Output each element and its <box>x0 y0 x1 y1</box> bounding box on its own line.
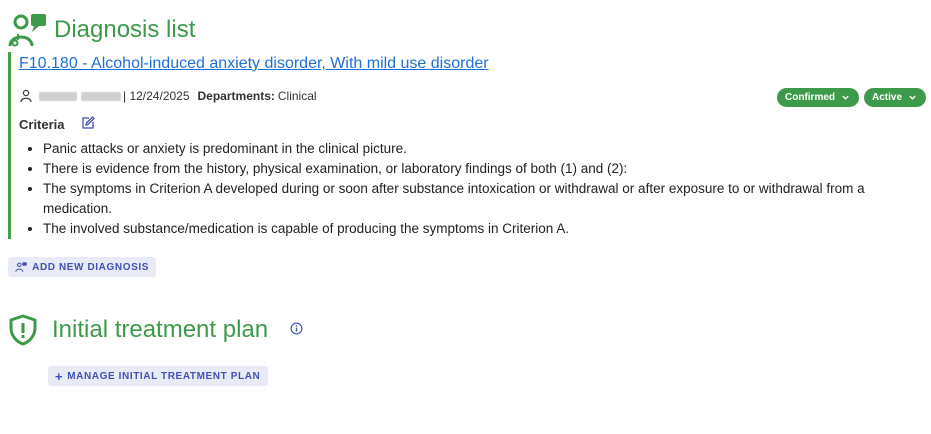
criteria-list: Panic attacks or anxiety is predominant … <box>21 139 901 239</box>
treatment-section-header: Initial treatment plan <box>8 314 303 346</box>
criteria-item: There is evidence from the history, phys… <box>43 159 901 179</box>
manage-treatment-plan-button[interactable]: + MANAGE INITIAL TREATMENT PLAN <box>48 366 268 386</box>
diagnosis-code-link[interactable]: F10.180 - Alcohol-induced anxiety disord… <box>19 55 489 73</box>
status-dropdown-confirmed[interactable]: Confirmed <box>777 88 859 107</box>
diagnosis-card: F10.180 - Alcohol-induced anxiety disord… <box>8 52 926 239</box>
shield-alert-icon <box>9 314 37 346</box>
diagnosis-section-title: Diagnosis list <box>54 16 196 43</box>
add-new-diagnosis-label: ADD NEW DIAGNOSIS <box>32 261 149 273</box>
plus-icon: + <box>55 368 64 384</box>
diagnosis-meta-row: | 12/24/2025 Departments: Clinical <box>19 89 317 103</box>
edit-icon[interactable] <box>81 115 95 130</box>
departments-label: Departments: <box>197 89 275 103</box>
diagnosis-date: | 12/24/2025 <box>123 89 190 103</box>
criteria-header: Criteria <box>19 115 95 132</box>
departments-value: Clinical <box>277 89 317 103</box>
doctor-chat-icon <box>8 14 46 47</box>
manage-treatment-plan-label: MANAGE INITIAL TREATMENT PLAN <box>67 370 261 382</box>
treatment-section-title: Initial treatment plan <box>52 316 269 343</box>
add-new-diagnosis-button[interactable]: ADD NEW DIAGNOSIS <box>8 257 156 277</box>
chevron-down-icon <box>909 95 916 100</box>
criteria-label: Criteria <box>19 117 65 132</box>
criteria-item: The symptoms in Criterion A developed du… <box>43 179 901 219</box>
criteria-item: The involved substance/medication is cap… <box>43 219 901 239</box>
chevron-down-icon <box>842 95 849 100</box>
user-icon <box>20 89 32 103</box>
criteria-item: Panic attacks or anxiety is predominant … <box>43 139 901 159</box>
activity-dropdown-label: Active <box>872 92 903 103</box>
doctor-chat-icon <box>15 262 27 272</box>
activity-dropdown-active[interactable]: Active <box>864 88 926 107</box>
redacted-author-name <box>39 91 121 101</box>
status-dropdown-label: Confirmed <box>785 92 835 103</box>
info-icon[interactable] <box>290 322 303 335</box>
diagnosis-section-header: Diagnosis list <box>8 12 195 48</box>
